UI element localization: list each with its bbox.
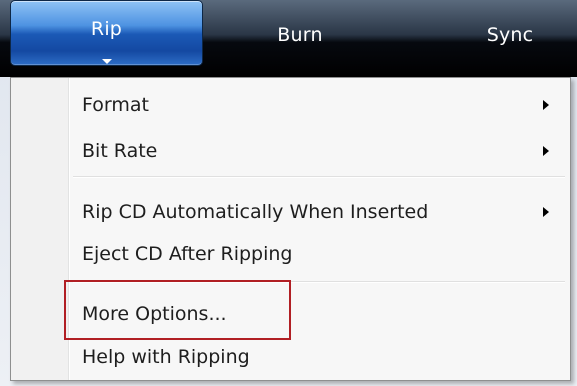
tab-sync-label: Sync: [486, 24, 534, 46]
menu-item-rip-cd-automatically-label: Rip CD Automatically When Inserted: [82, 201, 429, 223]
tab-burn-label: Burn: [277, 24, 323, 46]
menu-item-eject-cd-label: Eject CD After Ripping: [82, 243, 293, 265]
menu-item-more-options-label: More Options...: [82, 303, 227, 325]
menu-item-bit-rate-label: Bit Rate: [82, 140, 158, 162]
chevron-right-icon: [543, 100, 549, 110]
chevron-right-icon: [543, 146, 549, 156]
rip-dropdown-menu: Format Bit Rate Rip CD Automatically Whe…: [10, 77, 571, 381]
menu-item-format[interactable]: Format: [82, 93, 149, 117]
tab-sync[interactable]: Sync: [420, 2, 577, 68]
tab-burn[interactable]: Burn: [210, 2, 390, 68]
menu-item-format-label: Format: [82, 94, 149, 116]
chevron-right-icon: [543, 207, 549, 217]
tab-rip[interactable]: Rip: [10, 0, 203, 66]
menu-item-bit-rate[interactable]: Bit Rate: [82, 139, 157, 163]
tab-rip-label: Rip: [90, 18, 123, 40]
menu-separator: [73, 176, 565, 178]
menu-icon-gutter: [11, 78, 70, 380]
menu-item-rip-cd-automatically[interactable]: Rip CD Automatically When Inserted: [82, 200, 428, 224]
menu-item-help-with-ripping-label: Help with Ripping: [82, 346, 250, 368]
menu-item-help-with-ripping[interactable]: Help with Ripping: [82, 345, 250, 369]
chevron-down-icon: [101, 59, 112, 64]
tab-bar: Rip Burn Sync: [0, 0, 577, 77]
menu-item-more-options[interactable]: More Options...: [82, 302, 227, 326]
menu-item-eject-cd[interactable]: Eject CD After Ripping: [82, 242, 293, 266]
app-window: Rip Burn Sync Format Bit Rate Rip CD Aut…: [0, 0, 577, 386]
menu-separator: [73, 281, 565, 283]
